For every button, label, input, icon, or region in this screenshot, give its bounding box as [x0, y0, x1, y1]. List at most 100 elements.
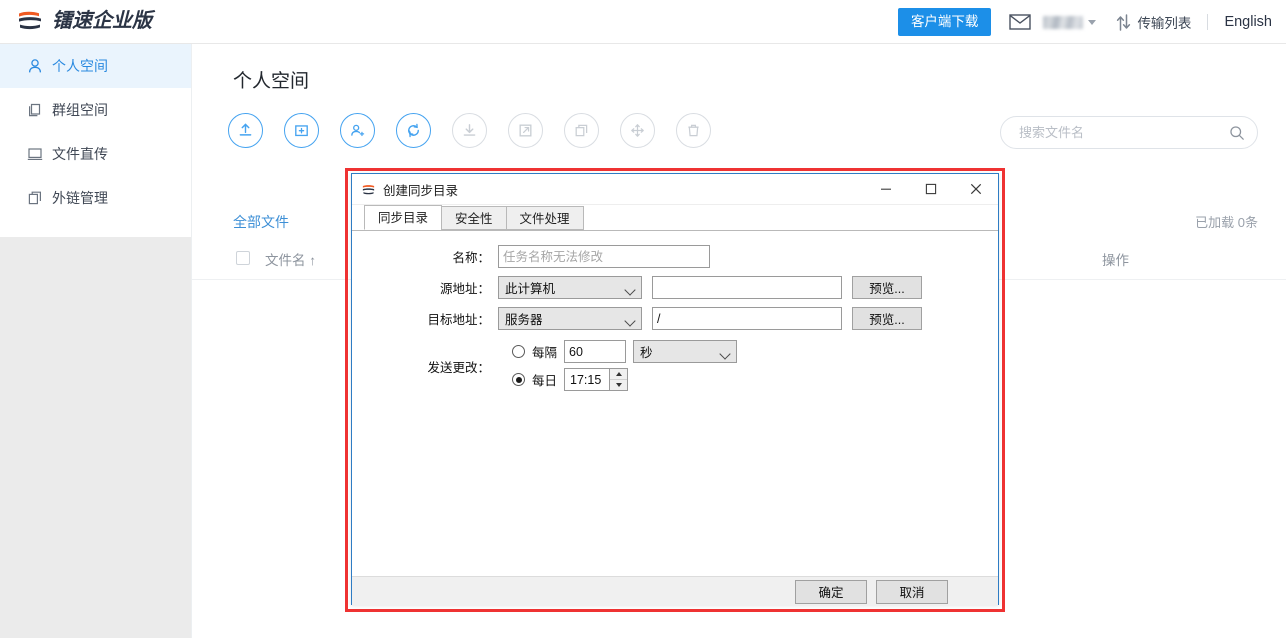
tab-file-processing[interactable]: 文件处理	[506, 206, 584, 230]
sidebar-item-label: 群组空间	[52, 100, 108, 120]
upload-icon	[236, 121, 255, 140]
daily-time-spinner[interactable]: 17:15	[564, 368, 628, 391]
download-icon	[460, 121, 479, 140]
create-sync-folder-dialog: 创建同步目录	[351, 173, 999, 605]
spinner-down-button[interactable]	[610, 380, 627, 390]
tab-sync-folder[interactable]: 同步目录	[364, 205, 442, 230]
upload-button[interactable]	[228, 113, 263, 148]
user-menu[interactable]	[1043, 16, 1096, 29]
sidebar-item-label: 外链管理	[52, 188, 108, 208]
maximize-button[interactable]	[908, 174, 953, 204]
schedule-interval-row: 每隔 秒	[512, 340, 737, 363]
transfer-list-button[interactable]: 传输列表	[1116, 12, 1191, 32]
file-toolbar	[228, 113, 711, 148]
interval-unit-select[interactable]: 秒	[633, 340, 737, 363]
daily-radio-label[interactable]: 每日	[532, 370, 557, 389]
sidebar: 个人空间 群组空间 文件直传	[0, 44, 192, 638]
search-icon[interactable]	[1229, 125, 1245, 141]
sync-button[interactable]	[396, 113, 431, 148]
chevron-down-icon	[719, 348, 730, 359]
breadcrumb[interactable]: 全部文件	[233, 212, 289, 232]
sync-folder-form: 名称： 源地址： 此计算机 预览... 目标地址： 服务器	[352, 231, 998, 396]
transfer-arrows-icon	[1116, 14, 1131, 31]
target-location-select[interactable]: 服务器	[498, 307, 642, 330]
loaded-count: 已加载 0条	[1195, 212, 1258, 231]
close-button[interactable]	[953, 174, 998, 204]
window-controls	[863, 174, 998, 204]
folder-plus-icon	[292, 121, 311, 140]
interval-radio[interactable]	[512, 345, 525, 358]
cancel-button[interactable]: 取消	[876, 580, 948, 604]
dialog-tabs: 同步目录 安全性 文件处理	[352, 205, 998, 231]
column-header-filename[interactable]: 文件名 ↑	[265, 249, 316, 269]
select-all-checkbox[interactable]	[236, 251, 250, 265]
external-link-icon	[516, 121, 535, 140]
monitor-icon	[26, 146, 43, 163]
target-path-input[interactable]	[652, 307, 842, 330]
sidebar-item-label: 个人空间	[52, 56, 108, 76]
interval-value-input[interactable]	[564, 340, 626, 363]
download-button[interactable]	[452, 113, 487, 148]
language-switch[interactable]: English	[1224, 14, 1272, 30]
tab-security[interactable]: 安全性	[441, 206, 507, 230]
schedule-daily-row: 每日 17:15	[512, 368, 628, 391]
interval-unit-value: 秒	[640, 342, 653, 361]
source-path-input[interactable]	[652, 276, 842, 299]
mail-icon[interactable]	[1009, 14, 1031, 30]
person-icon	[26, 58, 43, 75]
target-browse-button[interactable]: 预览...	[852, 307, 922, 330]
brand-logo-text: 镭速企业版	[52, 7, 152, 35]
brand-logo[interactable]: 镭速企业版	[16, 7, 152, 35]
daily-time-value: 17:15	[565, 373, 601, 387]
move-arrows-icon	[628, 121, 647, 140]
client-download-button[interactable]: 客户端下载	[898, 8, 992, 36]
brand-logo-icon	[16, 7, 44, 35]
copy-icon	[572, 121, 591, 140]
search-box[interactable]	[1000, 116, 1258, 149]
sidebar-item-external-link[interactable]: 外链管理	[0, 176, 191, 220]
close-icon	[970, 183, 982, 195]
new-folder-button[interactable]	[284, 113, 319, 148]
spinner-up-button[interactable]	[610, 369, 627, 380]
field-row-target: 目标地址： 服务器 预览...	[416, 307, 998, 330]
username-redacted	[1043, 16, 1083, 29]
copy-button[interactable]	[564, 113, 599, 148]
field-row-schedule: 发送更改： 每隔 秒 每日 17:15	[416, 338, 998, 396]
name-label: 名称：	[416, 247, 490, 266]
minimize-button[interactable]	[863, 174, 908, 204]
chevron-down-icon	[1088, 20, 1096, 25]
search-input[interactable]	[1017, 124, 1229, 141]
column-header-action: 操作	[1102, 249, 1129, 269]
sidebar-item-direct-transfer[interactable]: 文件直传	[0, 132, 191, 176]
chevron-down-icon	[624, 284, 635, 295]
source-browse-button[interactable]: 预览...	[852, 276, 922, 299]
dialog-title: 创建同步目录	[383, 180, 458, 199]
copy-link-icon	[26, 190, 43, 207]
app-root: 镭速企业版 客户端下载 传输列表 E	[0, 0, 1286, 638]
spinner-buttons	[609, 369, 627, 390]
task-name-input[interactable]	[498, 245, 710, 268]
header-actions: 客户端下载 传输列表 English	[898, 0, 1272, 44]
move-button[interactable]	[620, 113, 655, 148]
sync-refresh-icon	[404, 121, 423, 140]
dialog-title-bar[interactable]: 创建同步目录	[352, 174, 998, 205]
app-header: 镭速企业版 客户端下载 传输列表 E	[0, 0, 1286, 44]
page-title: 个人空间	[233, 66, 309, 93]
arrow-down-icon	[616, 383, 622, 387]
ok-button[interactable]: 确定	[795, 580, 867, 604]
arrow-up-icon	[616, 372, 622, 376]
external-link-button[interactable]	[508, 113, 543, 148]
trash-icon	[684, 121, 703, 140]
target-location-value: 服务器	[505, 309, 543, 328]
sidebar-empty-area	[0, 237, 191, 638]
source-label: 源地址：	[416, 278, 490, 297]
source-location-select[interactable]: 此计算机	[498, 276, 642, 299]
interval-radio-label[interactable]: 每隔	[532, 342, 557, 361]
schedule-label: 发送更改：	[416, 357, 490, 376]
share-user-button[interactable]	[340, 113, 375, 148]
sidebar-item-group-space[interactable]: 群组空间	[0, 88, 191, 132]
sidebar-item-personal-space[interactable]: 个人空间	[0, 44, 191, 88]
delete-button[interactable]	[676, 113, 711, 148]
group-layers-icon	[26, 102, 43, 119]
daily-radio[interactable]	[512, 373, 525, 386]
